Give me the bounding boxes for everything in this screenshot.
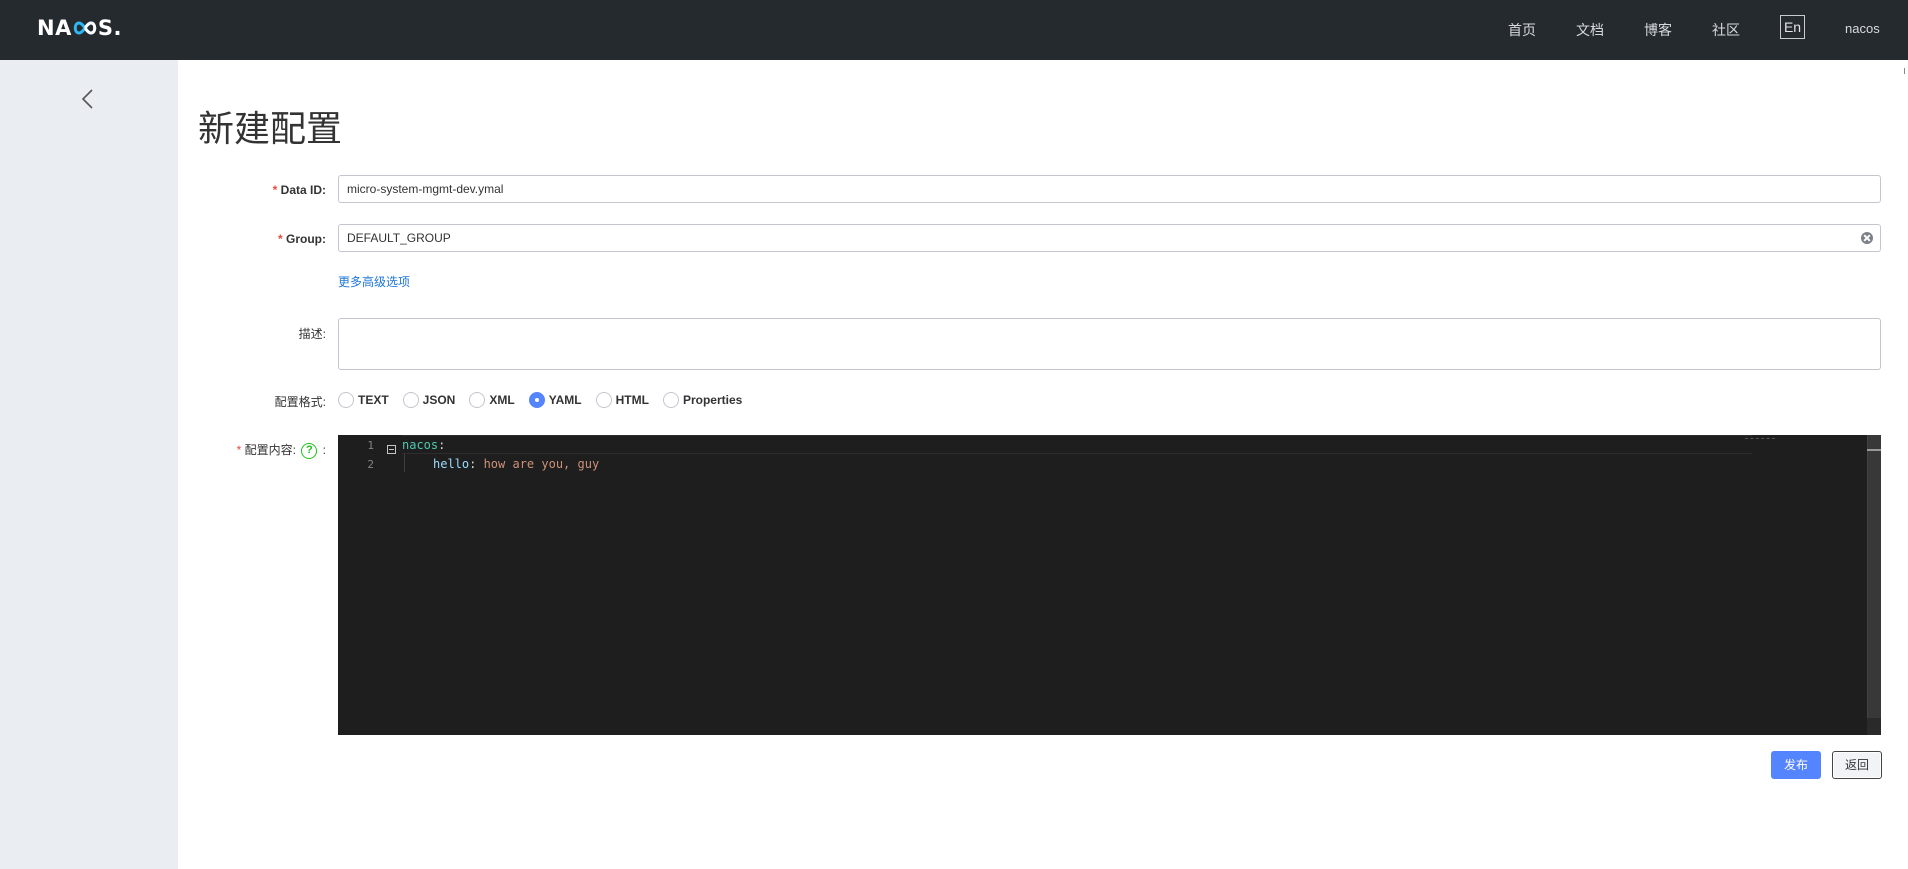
logo-text: NA	[37, 16, 72, 40]
code-editor[interactable]: 1 2 nacos: hello: how are you, guy	[338, 435, 1881, 735]
content-label: 配置内容: ? :	[237, 441, 326, 459]
radio-circle-icon	[595, 392, 612, 408]
scrollbar-thumb[interactable]	[1867, 449, 1881, 451]
radio-circle-icon	[469, 392, 486, 408]
group-label: Group:	[278, 232, 326, 246]
radio-circle-icon	[338, 392, 354, 408]
main-content: 新建配置 Data ID: micro-system-mgmt-dev.ymal…	[178, 60, 1908, 869]
format-radio-html[interactable]: HTML	[595, 392, 649, 408]
back-arrow-icon[interactable]	[78, 86, 100, 112]
current-line-highlight	[402, 435, 1752, 454]
clear-icon[interactable]	[1861, 232, 1873, 244]
nav-home[interactable]: 首页	[1508, 20, 1536, 40]
format-radio-xml[interactable]: XML	[469, 392, 515, 408]
format-radio-group: TEXT JSON XML YAML HTML Properties	[338, 391, 756, 409]
description-textarea[interactable]	[338, 318, 1881, 370]
publish-button[interactable]: 发布	[1771, 751, 1821, 779]
page-title: 新建配置	[198, 109, 343, 150]
advanced-options-link[interactable]: 更多高级选项	[338, 273, 410, 290]
nacos-logo[interactable]: NA S.	[37, 13, 122, 43]
radio-circle-icon	[662, 392, 679, 408]
logo-infinity-icon	[73, 20, 97, 36]
data-id-value: micro-system-mgmt-dev.ymal	[347, 182, 504, 196]
line-number: 1	[367, 439, 374, 452]
format-radio-yaml[interactable]: YAML	[528, 392, 582, 408]
format-label: 配置格式:	[274, 395, 326, 409]
code-line-2: hello: how are you, guy	[433, 457, 600, 471]
group-input[interactable]: DEFAULT_GROUP	[338, 224, 1881, 252]
nav-community[interactable]: 社区	[1712, 20, 1740, 40]
logo-text-end: S.	[97, 16, 122, 40]
window-scroll-indicator	[1904, 68, 1908, 74]
user-name[interactable]: nacos	[1845, 21, 1880, 36]
language-switch-button[interactable]: En	[1780, 15, 1805, 39]
description-label: 描述:	[298, 327, 326, 341]
sidebar	[0, 60, 178, 869]
top-bar: NA S. 首页 文档 博客 社区 En nacos	[0, 0, 1908, 60]
minimap[interactable]	[1745, 435, 1775, 439]
back-button[interactable]: 返回	[1832, 751, 1882, 779]
nav-docs[interactable]: 文档	[1576, 20, 1604, 40]
radio-checked-icon	[528, 392, 545, 408]
nav-blog[interactable]: 博客	[1644, 20, 1672, 40]
help-icon[interactable]: ?	[301, 442, 318, 459]
scrollbar-track	[1867, 435, 1881, 718]
indent-guide	[404, 454, 405, 472]
data-id-input[interactable]: micro-system-mgmt-dev.ymal	[338, 175, 1881, 203]
radio-circle-icon	[402, 392, 419, 408]
format-radio-properties[interactable]: Properties	[662, 392, 742, 408]
code-line-1: nacos:	[402, 438, 446, 452]
editor-scrollbar[interactable]	[1867, 435, 1881, 735]
fold-icon[interactable]	[387, 445, 396, 454]
format-radio-text[interactable]: TEXT	[338, 392, 389, 408]
line-number: 2	[367, 458, 374, 471]
format-radio-json[interactable]: JSON	[402, 392, 455, 408]
data-id-label: Data ID:	[273, 183, 326, 197]
group-value: DEFAULT_GROUP	[347, 231, 451, 245]
